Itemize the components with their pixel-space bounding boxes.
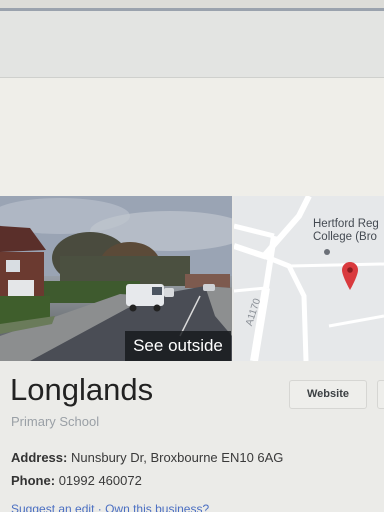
location-map[interactable]: Hertford Reg College (Bro A1170 — [234, 196, 384, 361]
link-separator: · — [97, 502, 102, 512]
suggest-edit-link[interactable]: Suggest an edit — [11, 502, 94, 512]
phone-value[interactable]: 01992 460072 — [59, 473, 142, 488]
phone-label: Phone: — [11, 473, 56, 488]
see-outside-button[interactable]: See outside — [125, 331, 231, 361]
directions-button[interactable] — [377, 380, 384, 409]
address-row: Address: Nunsbury Dr, Broxbourne EN10 6A… — [11, 450, 283, 465]
address-label: Address: — [11, 450, 68, 465]
screen-bezel — [0, 0, 384, 8]
map-pin-icon[interactable] — [342, 262, 358, 290]
phone-row: Phone: 01992 460072 — [11, 473, 142, 488]
content-area — [0, 78, 384, 196]
address-value[interactable]: Nunsbury Dr, Broxbourne EN10 6AG — [71, 450, 283, 465]
place-title: Longlands — [10, 372, 154, 407]
header-area — [0, 11, 384, 77]
map-place-label-line2: College (Bro — [313, 231, 377, 243]
map-place-label-line1: Hertford Reg — [313, 218, 379, 230]
own-business-link[interactable]: Own this business? — [105, 502, 209, 512]
website-button[interactable]: Website — [289, 380, 367, 409]
map-place-label: Hertford Reg College (Bro — [313, 218, 379, 244]
place-category: Primary School — [11, 414, 100, 429]
search-results-page: See outside Hertford Reg College (Bro A1… — [0, 0, 384, 512]
footer-links: Suggest an edit · Own this business? — [11, 502, 209, 512]
